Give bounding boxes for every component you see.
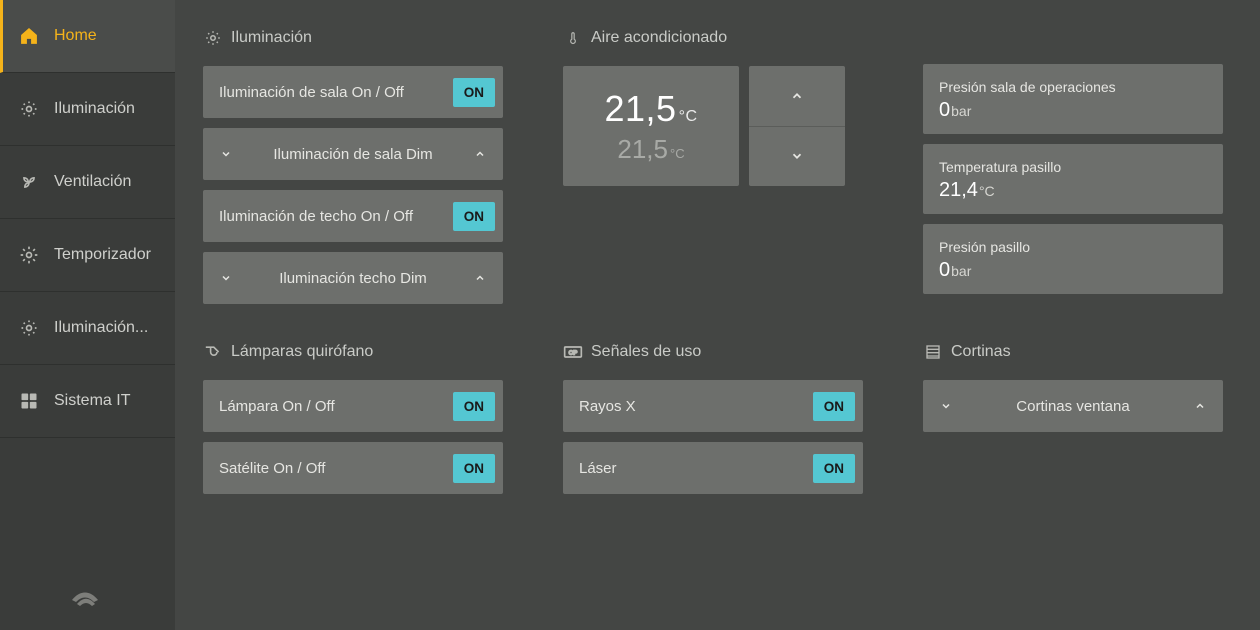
sidebar-item-ventilacion[interactable]: Ventilación — [0, 146, 175, 219]
thermostat-down-button[interactable] — [749, 127, 845, 187]
chevron-down-icon — [939, 399, 953, 413]
thermostat-up-button[interactable] — [749, 66, 845, 127]
thermostat-stepper — [749, 66, 845, 186]
row-curtains-window[interactable]: Cortinas ventana — [923, 380, 1223, 432]
stat-hall-pressure: Presión pasillo 0bar — [923, 224, 1223, 294]
section-stats: . Presión sala de operaciones 0bar Tempe… — [923, 28, 1223, 314]
toggle-room-light[interactable]: ON — [453, 78, 495, 107]
sidebar-item-iluminacion-2[interactable]: Iluminación... — [0, 292, 175, 365]
stat-hall-temp: Temperatura pasillo 21,4°C — [923, 144, 1223, 214]
row-satellite-onoff: Satélite On / Off ON — [203, 442, 503, 494]
row-label: Cortinas ventana — [953, 398, 1193, 415]
sidebar-item-label: Temporizador — [54, 246, 151, 264]
it-icon — [18, 390, 40, 412]
row-room-light-onoff: Iluminación de sala On / Off ON — [203, 66, 503, 118]
row-label: Iluminación techo Dim — [233, 270, 473, 287]
toggle-xray[interactable]: ON — [813, 392, 855, 421]
thermostat-current: 21,5°C — [617, 134, 684, 165]
light-icon — [18, 317, 40, 339]
stat-value: 0bar — [939, 99, 1207, 122]
row-room-light-dim[interactable]: Iluminación de sala Dim — [203, 128, 503, 180]
stat-value: 21,4°C — [939, 179, 1207, 202]
row-label: Satélite On / Off — [219, 460, 325, 477]
section-title-text: Lámparas quirófano — [231, 343, 373, 361]
row-laser: Láser ON — [563, 442, 863, 494]
stat-op-pressure: Presión sala de operaciones 0bar — [923, 64, 1223, 134]
sidebar-item-iluminacion[interactable]: Iluminación — [0, 73, 175, 146]
sidebar-item-temporizador[interactable]: Temporizador — [0, 219, 175, 292]
sidebar-item-sistema-it[interactable]: Sistema IT — [0, 365, 175, 438]
section-curtains: Cortinas Cortinas ventana — [923, 342, 1223, 504]
section-title-signals: OP Señales de uso — [563, 342, 863, 362]
toggle-satellite[interactable]: ON — [453, 454, 495, 483]
row-ceiling-light-onoff: Iluminación de techo On / Off ON — [203, 190, 503, 242]
sidebar-item-label: Home — [54, 27, 97, 45]
fan-icon — [18, 171, 40, 193]
thermometer-icon — [563, 28, 583, 48]
main-content: Iluminación Iluminación de sala On / Off… — [175, 0, 1260, 630]
row-label: Láser — [579, 460, 617, 477]
chevron-up-icon — [473, 147, 487, 161]
row-ceiling-light-dim[interactable]: Iluminación techo Dim — [203, 252, 503, 304]
sidebar-item-label: Iluminación... — [54, 319, 148, 337]
sidebar-item-label: Ventilación — [54, 173, 131, 191]
row-label: Iluminación de techo On / Off — [219, 208, 413, 225]
chevron-up-icon — [473, 271, 487, 285]
op-sign-icon: OP — [563, 342, 583, 362]
row-label: Iluminación de sala On / Off — [219, 84, 404, 101]
row-xray: Rayos X ON — [563, 380, 863, 432]
toggle-ceiling-light[interactable]: ON — [453, 202, 495, 231]
stat-label: Temperatura pasillo — [939, 159, 1207, 175]
sidebar-item-home[interactable]: Home — [0, 0, 175, 73]
stat-label: Presión pasillo — [939, 239, 1207, 255]
home-icon — [18, 25, 40, 47]
section-signals: OP Señales de uso Rayos X ON Láser ON — [563, 342, 863, 504]
sidebar-item-label: Iluminación — [54, 100, 135, 118]
gear-icon — [18, 244, 40, 266]
sidebar-footer-logo — [0, 582, 175, 610]
light-icon — [203, 28, 223, 48]
row-label: Iluminación de sala Dim — [233, 146, 473, 163]
stat-label: Presión sala de operaciones — [939, 79, 1207, 95]
section-title-curtains: Cortinas — [923, 342, 1223, 362]
stat-value: 0bar — [939, 259, 1207, 282]
toggle-laser[interactable]: ON — [813, 454, 855, 483]
section-title-lighting: Iluminación — [203, 28, 503, 48]
row-lamp-onoff: Lámpara On / Off ON — [203, 380, 503, 432]
row-label: Lámpara On / Off — [219, 398, 335, 415]
sidebar: Home Iluminación Ventilación Temporizado… — [0, 0, 175, 630]
section-lighting: Iluminación Iluminación de sala On / Off… — [203, 28, 503, 314]
section-title-ac: Aire acondicionado — [563, 28, 863, 48]
chevron-down-icon — [219, 271, 233, 285]
thermostat-setpoint: 21,5°C — [604, 88, 697, 130]
surgical-lamp-icon — [203, 342, 223, 362]
section-title-text: Aire acondicionado — [591, 29, 727, 47]
thermostat-display: 21,5°C 21,5°C — [563, 66, 739, 186]
section-title-text: Iluminación — [231, 29, 312, 47]
row-label: Rayos X — [579, 398, 636, 415]
section-title-text: Señales de uso — [591, 343, 701, 361]
light-icon — [18, 98, 40, 120]
section-title-surgical: Lámparas quirófano — [203, 342, 503, 362]
section-title-text: Cortinas — [951, 343, 1011, 361]
sidebar-item-label: Sistema IT — [54, 392, 130, 410]
toggle-lamp[interactable]: ON — [453, 392, 495, 421]
blinds-icon — [923, 342, 943, 362]
chevron-up-icon — [1193, 399, 1207, 413]
chevron-down-icon — [219, 147, 233, 161]
svg-text:OP: OP — [569, 351, 578, 357]
section-ac: Aire acondicionado 21,5°C 21,5°C — [563, 28, 863, 314]
section-surgical-lamps: Lámparas quirófano Lámpara On / Off ON S… — [203, 342, 503, 504]
